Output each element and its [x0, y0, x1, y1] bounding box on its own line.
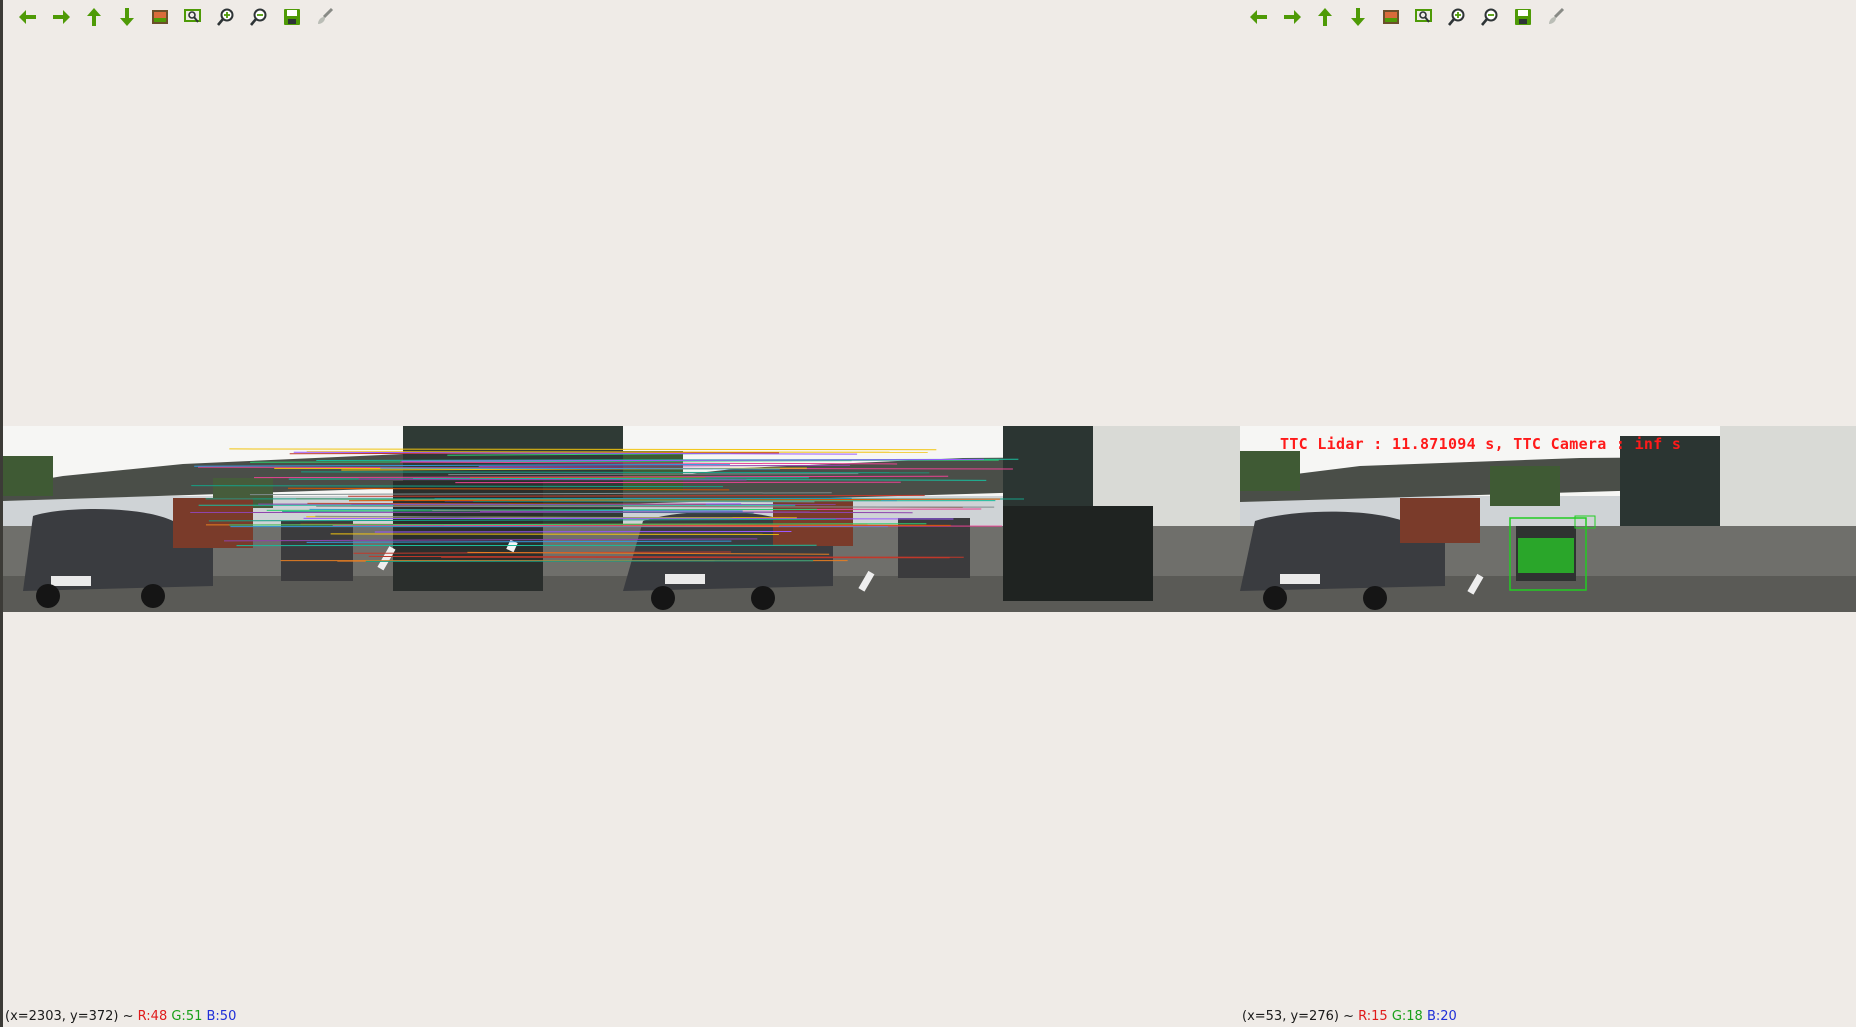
status-green: G:51	[171, 1009, 203, 1024]
zoom-out-icon[interactable]	[248, 6, 270, 28]
status-bar: (x=53, y=276) ~ R:15 G:18 B:20	[1242, 1007, 1457, 1027]
status-red: R:48	[137, 1009, 168, 1024]
ttc-overlay-text: TTC Lidar : 11.871094 s, TTC Camera : in…	[1280, 435, 1682, 453]
arrow-right-icon[interactable]	[1281, 6, 1303, 28]
save-icon[interactable]	[281, 6, 303, 28]
arrow-up-icon[interactable]	[83, 6, 105, 28]
zoom-region-icon[interactable]	[182, 6, 204, 28]
image-canvas[interactable]	[3, 426, 1240, 612]
zoom-in-icon[interactable]	[1446, 6, 1468, 28]
previous-frame-image	[3, 426, 623, 612]
image-icon[interactable]	[149, 6, 171, 28]
status-blue: B:20	[1426, 1009, 1457, 1024]
current-frame-image	[623, 426, 1240, 612]
brush-icon[interactable]	[314, 6, 336, 28]
zoom-region-icon[interactable]	[1413, 6, 1435, 28]
arrow-up-icon[interactable]	[1314, 6, 1336, 28]
toolbar	[17, 4, 336, 30]
matches-window: (x=2303, y=372) ~ R:48 G:51 B:50	[0, 0, 1240, 1027]
zoom-in-icon[interactable]	[215, 6, 237, 28]
toolbar	[1248, 4, 1567, 30]
status-coords: (x=2303, y=372) ~	[5, 1009, 134, 1024]
status-blue: B:50	[206, 1009, 237, 1024]
arrow-left-icon[interactable]	[1248, 6, 1270, 28]
status-green: G:18	[1391, 1009, 1423, 1024]
image-canvas[interactable]: TTC Lidar : 11.871094 s, TTC Camera : in…	[1240, 426, 1856, 612]
status-coords: (x=53, y=276) ~	[1242, 1009, 1354, 1024]
arrow-right-icon[interactable]	[50, 6, 72, 28]
arrow-left-icon[interactable]	[17, 6, 39, 28]
ttc-window: TTC Lidar : 11.871094 s, TTC Camera : in…	[1240, 0, 1856, 1027]
status-red: R:15	[1358, 1009, 1388, 1024]
status-bar: (x=2303, y=372) ~ R:48 G:51 B:50	[5, 1007, 236, 1027]
image-icon[interactable]	[1380, 6, 1402, 28]
brush-icon[interactable]	[1545, 6, 1567, 28]
arrow-down-icon[interactable]	[116, 6, 138, 28]
arrow-down-icon[interactable]	[1347, 6, 1369, 28]
ttc-frame-image	[1240, 426, 1856, 612]
save-icon[interactable]	[1512, 6, 1534, 28]
zoom-out-icon[interactable]	[1479, 6, 1501, 28]
